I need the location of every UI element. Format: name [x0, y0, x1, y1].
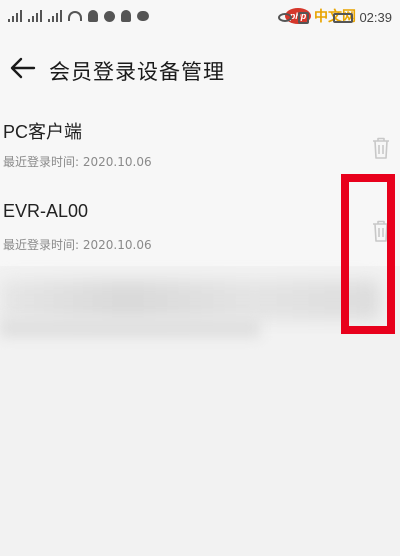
- last-login-label: 最近登录时间:: [3, 238, 80, 252]
- blurred-device-row: [0, 266, 400, 356]
- last-login: 最近登录时间: 2020.10.06: [3, 153, 152, 170]
- highlight-annotation-box: [341, 174, 395, 334]
- device-name: PC客户端: [3, 122, 83, 142]
- app-notification-icon: [104, 10, 115, 22]
- last-login-date: 2020.10.06: [82, 155, 152, 169]
- nfc-icon: [298, 11, 310, 24]
- blurred-content: [0, 318, 260, 338]
- device-row: EVR-AL00 最近登录时间: 2020.10.06: [0, 183, 400, 266]
- signal-icon: [28, 10, 42, 22]
- notification-icon: [88, 10, 98, 22]
- status-bar-right-icons: 02:39: [278, 10, 392, 25]
- trash-icon: [373, 137, 389, 159]
- status-bar-left-icons: [8, 10, 149, 22]
- blurred-content: [0, 280, 380, 320]
- battery-icon: [333, 12, 354, 23]
- status-time: 02:39: [359, 10, 392, 25]
- last-login: 最近登录时间: 2020.10.06: [3, 236, 152, 253]
- page-title: 会员登录设备管理: [49, 60, 225, 84]
- header: 会员登录设备管理: [0, 40, 400, 100]
- device-list: PC客户端 最近登录时间: 2020.10.06 EVR-AL00 最近登录时间…: [0, 100, 400, 266]
- status-bar: php 中文网 02:39: [0, 0, 400, 40]
- last-login-label: 最近登录时间:: [3, 155, 80, 169]
- delete-device-button[interactable]: [370, 136, 392, 160]
- message-icon: [137, 11, 149, 21]
- signal-icon: [48, 10, 62, 22]
- wifi-icon: [68, 11, 82, 21]
- device-row: PC客户端 最近登录时间: 2020.10.06: [0, 100, 400, 183]
- notification-icon: [121, 10, 131, 22]
- last-login-date: 2020.10.06: [82, 238, 152, 252]
- eye-icon: [278, 13, 293, 22]
- back-button[interactable]: [8, 53, 38, 83]
- arrow-left-icon: [10, 57, 36, 79]
- device-name: EVR-AL00: [3, 201, 89, 221]
- signal-icon: [8, 10, 22, 22]
